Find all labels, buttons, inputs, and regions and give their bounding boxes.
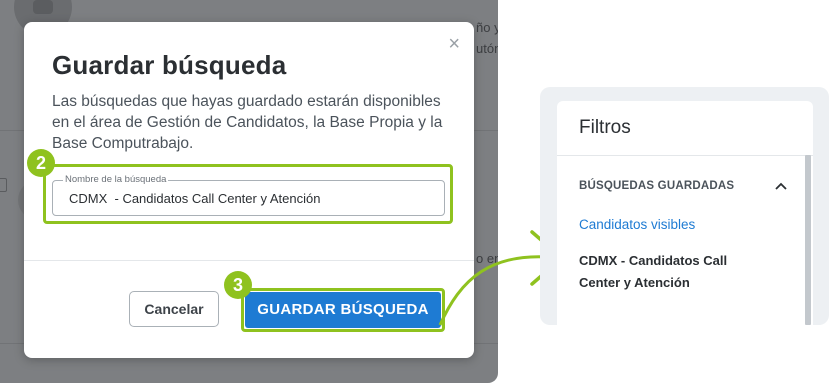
saved-search-link[interactable]: Candidatos visibles <box>579 217 695 232</box>
scrollbar[interactable] <box>805 155 811 325</box>
saved-search-item[interactable]: CDMX - Candidatos Call Center y Atención <box>579 250 754 294</box>
filters-panel: Filtros BÚSQUEDAS GUARDADAS Candidatos v… <box>557 101 813 325</box>
saved-searches-section[interactable]: BÚSQUEDAS GUARDADAS <box>579 180 734 192</box>
filters-divider <box>557 155 813 156</box>
filters-title: Filtros <box>579 117 631 138</box>
chevron-up-icon[interactable] <box>775 179 787 194</box>
